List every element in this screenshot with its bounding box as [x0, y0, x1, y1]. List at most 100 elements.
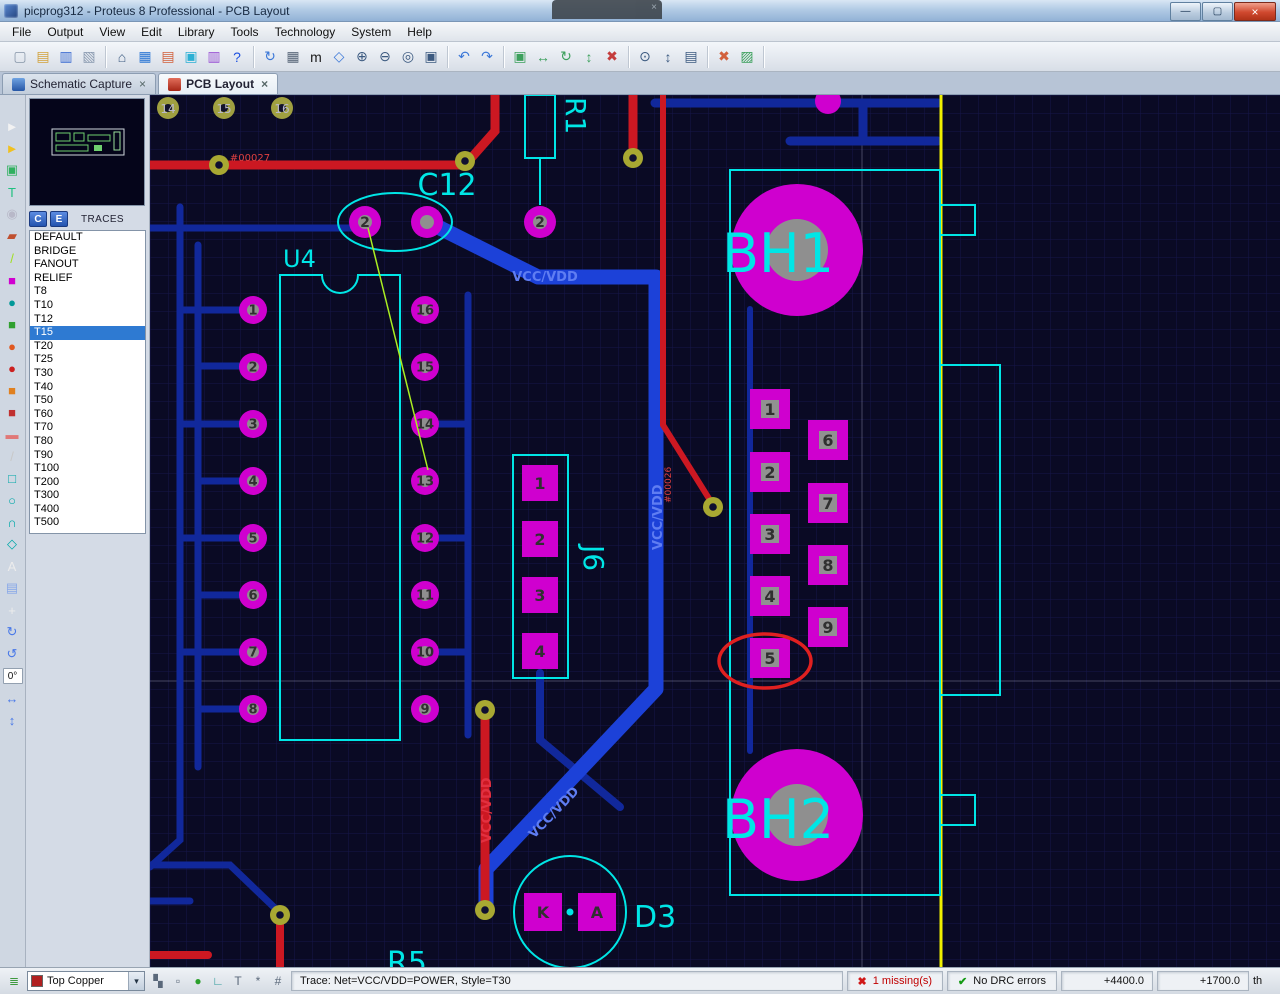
h-mirror-icon[interactable]: ↔ [0, 687, 24, 709]
marker-tool-icon[interactable]: + [0, 599, 24, 621]
pad[interactable]: 6 [239, 581, 267, 609]
toggle-grid-icon[interactable]: ▦ [282, 46, 304, 68]
pad[interactable]: 3 [522, 577, 558, 613]
trace-style-item[interactable]: T200 [30, 476, 145, 490]
dot-grid-icon[interactable]: ▫ [169, 972, 187, 990]
pad[interactable]: 10 [411, 638, 439, 666]
via[interactable] [475, 700, 495, 720]
close-button[interactable]: × [1234, 2, 1276, 21]
block-copy-icon[interactable]: ▣ [509, 46, 531, 68]
dropdown-arrow-icon[interactable]: ▾ [128, 972, 144, 990]
rotate-cw-icon[interactable]: ↻ [0, 621, 24, 643]
menu-item[interactable]: Help [399, 23, 440, 41]
trace-style-item[interactable]: T500 [30, 516, 145, 530]
false-origin-icon[interactable]: ◇ [328, 46, 350, 68]
rotate-ccw-icon[interactable]: ↺ [0, 643, 24, 665]
trace-style-item[interactable]: FANOUT [30, 258, 145, 272]
box-tool-icon[interactable]: □ [0, 467, 24, 489]
layer-pair-icon[interactable]: ▤ [680, 46, 702, 68]
tab-close-icon[interactable]: × [261, 77, 268, 91]
pan-icon[interactable]: ▚ [149, 972, 167, 990]
trace-style-item[interactable]: T40 [30, 381, 145, 395]
pad[interactable]: 15 [411, 353, 439, 381]
trace-mode-icon[interactable]: T [0, 181, 24, 203]
menu-item[interactable]: Technology [267, 23, 344, 41]
via-mode-icon[interactable]: ◉ [0, 203, 24, 225]
trace-style-item[interactable]: T20 [30, 340, 145, 354]
bill-of-materials-icon[interactable]: ▥ [203, 46, 225, 68]
combine-button[interactable]: C [29, 211, 47, 227]
undo-icon[interactable]: ↶ [453, 46, 475, 68]
menu-item[interactable]: Edit [133, 23, 170, 41]
trace-style-item[interactable]: DEFAULT [30, 231, 145, 245]
trace-style-item[interactable]: BRIDGE [30, 245, 145, 259]
pad[interactable]: 13 [411, 467, 439, 495]
zone-mode-icon[interactable]: ▰ [0, 225, 24, 247]
block-flip-icon[interactable]: ↕ [578, 46, 600, 68]
home-page-icon[interactable]: ⌂ [111, 46, 133, 68]
pad[interactable]: 3 [239, 410, 267, 438]
new-design-icon[interactable]: ▢ [9, 46, 31, 68]
arc-tool-icon[interactable]: ∩ [0, 511, 24, 533]
restore-button[interactable]: ▢ [1202, 2, 1233, 21]
pad[interactable]: 4 [750, 576, 790, 616]
design-explorer-icon[interactable]: ▦ [134, 46, 156, 68]
circle-tool-icon[interactable]: ○ [0, 489, 24, 511]
minimize-button[interactable]: — [1170, 2, 1201, 21]
edit-button[interactable]: E [50, 211, 68, 227]
pad[interactable]: 14 [411, 410, 439, 438]
slot-pad-mode-icon[interactable]: ▬ [0, 423, 24, 445]
redraw-icon[interactable]: ↻ [259, 46, 281, 68]
pad[interactable]: 2 [750, 452, 790, 492]
component-mode-icon[interactable]: ► [0, 137, 24, 159]
live-update-icon[interactable]: ● [189, 972, 207, 990]
layer-selector[interactable]: Top Copper ▾ [27, 971, 145, 991]
trace-style-item[interactable]: T30 [30, 367, 145, 381]
trace-style-item[interactable]: T15 [30, 326, 145, 340]
text-tool-icon[interactable]: A [0, 555, 24, 577]
trace-style-item[interactable]: T300 [30, 489, 145, 503]
ratsnest-missing-panel[interactable]: ✖ 1 missing(s) [847, 971, 944, 991]
trace-style-item[interactable]: T50 [30, 394, 145, 408]
block-delete-icon[interactable]: ✖ [601, 46, 623, 68]
via[interactable] [209, 155, 229, 175]
pad[interactable]: 4 [522, 633, 558, 669]
3d-visualizer-icon[interactable]: ▣ [180, 46, 202, 68]
pad[interactable]: 2 [524, 206, 556, 238]
trace-style-item[interactable]: T90 [30, 449, 145, 463]
v-mirror-icon[interactable]: ↕ [0, 709, 24, 731]
edge-pad-mode-icon[interactable]: ■ [0, 379, 24, 401]
pad[interactable]: 15 [213, 97, 235, 119]
trace-style-item[interactable]: T12 [30, 313, 145, 327]
pad[interactable] [411, 206, 443, 238]
trace-style-list[interactable]: DEFAULTBRIDGEFANOUTRELIEFT8T10T12T15T20T… [29, 230, 146, 534]
trace-style-item[interactable]: T70 [30, 421, 145, 435]
zoom-in-icon[interactable]: ⊕ [351, 46, 373, 68]
trace-style-item[interactable]: T400 [30, 503, 145, 517]
tab-schematic-capture[interactable]: Schematic Capture × [2, 73, 156, 94]
pad[interactable]: 16 [411, 296, 439, 324]
trace-style-item[interactable]: T60 [30, 408, 145, 422]
pad[interactable]: 5 [750, 638, 790, 678]
trace-style-item[interactable]: T8 [30, 285, 145, 299]
snap-grid-icon[interactable]: # [269, 972, 287, 990]
tab-close-icon[interactable]: × [139, 77, 146, 91]
via[interactable] [623, 148, 643, 168]
angle-lock-icon[interactable]: ∟ [209, 972, 227, 990]
pad[interactable]: 3 [750, 514, 790, 554]
package-mode-icon[interactable]: ▣ [0, 159, 24, 181]
cross-probe-icon[interactable]: ↕ [657, 46, 679, 68]
pad[interactable]: 1 [750, 389, 790, 429]
redo-icon[interactable]: ↷ [476, 46, 498, 68]
trace-style-item[interactable]: T100 [30, 462, 145, 476]
pad[interactable]: 5 [239, 524, 267, 552]
clearance-icon[interactable]: * [249, 972, 267, 990]
pad[interactable]: 2 [349, 206, 381, 238]
pad[interactable]: 7 [239, 638, 267, 666]
square-pad-mode-icon[interactable]: ■ [0, 313, 24, 335]
pad[interactable]: K [524, 893, 562, 931]
import-region-icon[interactable]: ▧ [78, 46, 100, 68]
circle-pad-mode-icon[interactable]: ● [0, 291, 24, 313]
via[interactable] [475, 900, 495, 920]
tab-pcb-layout[interactable]: PCB Layout × [158, 73, 278, 94]
